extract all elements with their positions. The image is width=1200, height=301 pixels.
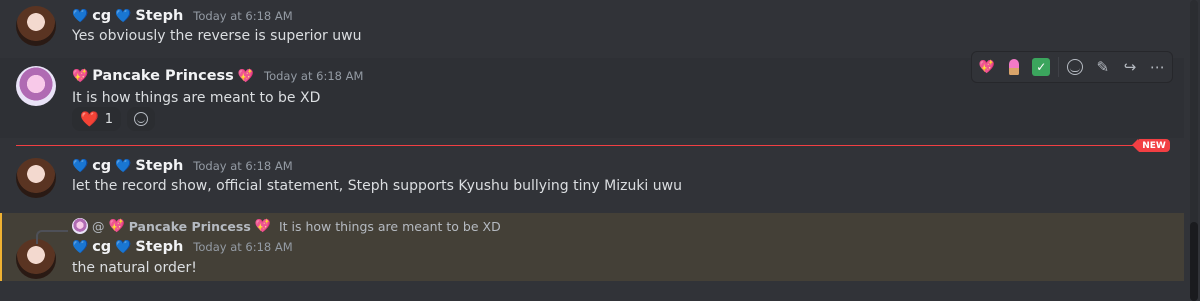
reply-connector-line xyxy=(36,230,68,244)
smiley-icon xyxy=(1067,59,1084,75)
message-1[interactable]: 💙 cg 💙 Steph Today at 6:18 AM Yes obviou… xyxy=(0,0,1184,50)
forward-icon: ↪ xyxy=(1123,58,1137,76)
username[interactable]: cg xyxy=(92,8,111,24)
check-icon: ✓ xyxy=(1032,58,1051,76)
blue-heart-icon: 💙 xyxy=(72,8,89,24)
message-3[interactable]: 💙 cg 💙 Steph Today at 6:18 AM let the re… xyxy=(0,152,1184,206)
pink-heart-icon: 💖 xyxy=(72,68,89,84)
message-content: the natural order! xyxy=(72,260,197,276)
avatar[interactable] xyxy=(16,239,56,279)
message-content: It is how things are meant to be XD xyxy=(72,90,321,106)
pencil-icon: ✎ xyxy=(1096,58,1110,76)
username-suffix[interactable]: Steph xyxy=(135,8,183,24)
add-reaction-icon xyxy=(133,112,148,126)
blue-heart-icon: 💙 xyxy=(72,239,89,255)
reaction-heart[interactable]: ❤️ 1 xyxy=(72,107,121,131)
message-header: 💙 cg 💙 Steph Today at 6:18 AM xyxy=(72,239,293,255)
timestamp[interactable]: Today at 6:18 AM xyxy=(264,69,363,83)
username[interactable]: cg xyxy=(92,239,111,255)
message-content: Yes obviously the reverse is superior uw… xyxy=(72,28,362,44)
timestamp[interactable]: Today at 6:18 AM xyxy=(193,159,292,173)
reply-preview[interactable]: @ 💖 Pancake Princess 💖 It is how things … xyxy=(72,218,501,234)
scrollbar-thumb[interactable] xyxy=(1190,222,1198,301)
message-header: 💙 cg 💙 Steph Today at 6:18 AM xyxy=(72,158,293,174)
blue-heart-icon: 💙 xyxy=(115,8,132,24)
avatar[interactable] xyxy=(16,6,56,46)
quick-react-ice-cream[interactable] xyxy=(1003,55,1024,79)
reply-author[interactable]: Pancake Princess xyxy=(129,219,251,234)
message-actions-toolbar: 💖 ✓ ✎ ↪ ⋯ xyxy=(971,51,1173,83)
more-button[interactable]: ⋯ xyxy=(1147,55,1168,79)
forward-button[interactable]: ↪ xyxy=(1119,55,1140,79)
blue-heart-icon: 💙 xyxy=(72,158,89,174)
sparkling-heart-icon: 💖 xyxy=(978,59,995,75)
add-reaction-button[interactable] xyxy=(126,107,155,131)
username[interactable]: Pancake Princess xyxy=(92,68,234,84)
reactions-bar: ❤️ 1 xyxy=(72,107,155,131)
edit-button[interactable]: ✎ xyxy=(1092,55,1113,79)
message-content: let the record show, official statement,… xyxy=(72,178,682,194)
blue-heart-icon: 💙 xyxy=(115,239,132,255)
reply-text[interactable]: It is how things are meant to be XD xyxy=(279,219,501,234)
more-icon: ⋯ xyxy=(1149,58,1165,76)
blue-heart-icon: 💙 xyxy=(115,158,132,174)
quick-react-check[interactable]: ✓ xyxy=(1031,55,1052,79)
quick-react-heart[interactable]: 💖 xyxy=(976,55,997,79)
toolbar-divider xyxy=(1057,57,1059,77)
red-heart-icon: ❤️ xyxy=(80,110,99,128)
new-messages-badge: NEW xyxy=(1132,139,1170,152)
timestamp[interactable]: Today at 6:18 AM xyxy=(193,240,292,254)
avatar[interactable] xyxy=(16,66,56,106)
pink-heart-icon: 💖 xyxy=(254,218,271,234)
pink-heart-icon: 💖 xyxy=(237,68,254,84)
add-reaction-toolbar-button[interactable] xyxy=(1065,55,1086,79)
new-messages-divider xyxy=(16,145,1138,146)
reply-mention-symbol: @ xyxy=(92,218,105,234)
pink-heart-icon: 💖 xyxy=(108,218,125,234)
avatar[interactable] xyxy=(16,158,56,198)
timestamp[interactable]: Today at 6:18 AM xyxy=(193,9,292,23)
message-header: 💖 Pancake Princess 💖 Today at 6:18 AM xyxy=(72,68,363,84)
reaction-count: 1 xyxy=(104,111,113,127)
username-suffix[interactable]: Steph xyxy=(135,239,183,255)
reply-avatar xyxy=(72,218,88,234)
username-suffix[interactable]: Steph xyxy=(135,158,183,174)
message-header: 💙 cg 💙 Steph Today at 6:18 AM xyxy=(72,8,293,24)
ice-cream-icon xyxy=(1008,59,1019,75)
username[interactable]: cg xyxy=(92,158,111,174)
